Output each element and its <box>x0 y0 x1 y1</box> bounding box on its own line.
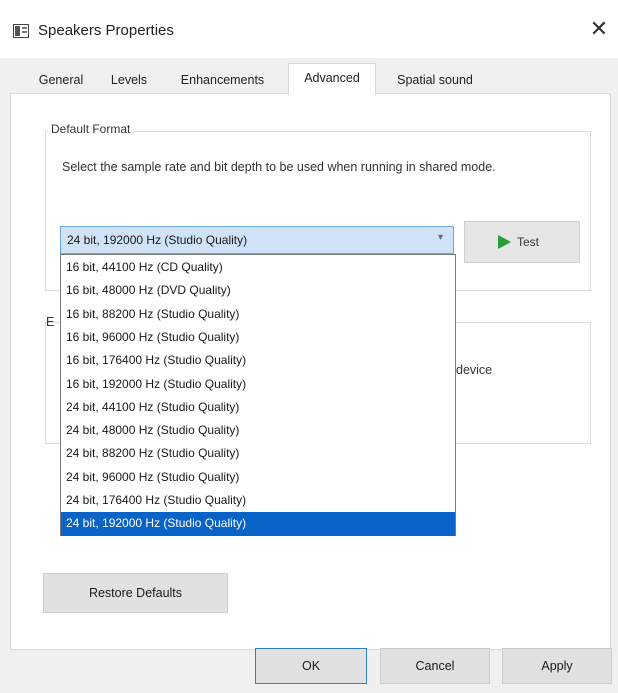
play-icon <box>498 235 511 249</box>
cancel-button[interactable]: Cancel <box>380 648 490 684</box>
dropdown-option[interactable]: 24 bit, 192000 Hz (Studio Quality) <box>61 512 455 536</box>
dropdown-option[interactable]: 16 bit, 44100 Hz (CD Quality) <box>61 256 455 279</box>
tab-enhancements[interactable]: Enhancements <box>165 68 280 92</box>
tab-general[interactable]: General <box>27 68 95 92</box>
sample-rate-select[interactable]: 24 bit, 192000 Hz (Studio Quality) ▾ <box>60 226 454 254</box>
apply-button[interactable]: Apply <box>502 648 612 684</box>
tab-spatial-sound[interactable]: Spatial sound <box>380 68 490 92</box>
title-bar: Speakers Properties ✕ <box>0 0 618 58</box>
window-title: Speakers Properties <box>38 22 174 39</box>
close-button[interactable]: ✕ <box>581 12 617 48</box>
default-format-description: Select the sample rate and bit depth to … <box>62 160 496 174</box>
dropdown-option[interactable]: 24 bit, 96000 Hz (Studio Quality) <box>61 466 455 489</box>
speaker-properties-icon <box>13 24 29 38</box>
test-button[interactable]: Test <box>464 221 580 263</box>
default-format-label: Default Format <box>48 122 134 136</box>
tab-strip: General Levels Enhancements Advanced Spa… <box>0 58 618 95</box>
dropdown-option[interactable]: 24 bit, 48000 Hz (Studio Quality) <box>61 419 455 442</box>
dropdown-option[interactable]: 16 bit, 176400 Hz (Studio Quality) <box>61 349 455 372</box>
dropdown-option[interactable]: 16 bit, 48000 Hz (DVD Quality) <box>61 279 455 302</box>
dropdown-option[interactable]: 16 bit, 88200 Hz (Studio Quality) <box>61 303 455 326</box>
chevron-down-icon: ▾ <box>437 232 443 243</box>
dropdown-option[interactable]: 16 bit, 192000 Hz (Studio Quality) <box>61 373 455 396</box>
tab-advanced[interactable]: Advanced <box>288 63 376 95</box>
sample-rate-dropdown-list: 16 bit, 44100 Hz (CD Quality) 16 bit, 480… <box>60 254 456 536</box>
tab-levels[interactable]: Levels <box>100 68 158 92</box>
restore-defaults-button[interactable]: Restore Defaults <box>43 573 228 613</box>
dropdown-option[interactable]: 16 bit, 96000 Hz (Studio Quality) <box>61 326 455 349</box>
dropdown-option[interactable]: 24 bit, 88200 Hz (Studio Quality) <box>61 442 455 465</box>
dropdown-option[interactable]: 24 bit, 44100 Hz (Studio Quality) <box>61 396 455 419</box>
exclusive-mode-label-fragment: E <box>46 315 55 329</box>
sample-rate-selected-value: 24 bit, 192000 Hz (Studio Quality) <box>67 233 248 247</box>
ok-button[interactable]: OK <box>255 648 367 684</box>
exclusive-mode-text-fragment: device <box>456 363 493 377</box>
close-icon: ✕ <box>589 17 609 42</box>
test-button-label: Test <box>517 235 540 249</box>
dropdown-option[interactable]: 24 bit, 176400 Hz (Studio Quality) <box>61 489 455 512</box>
